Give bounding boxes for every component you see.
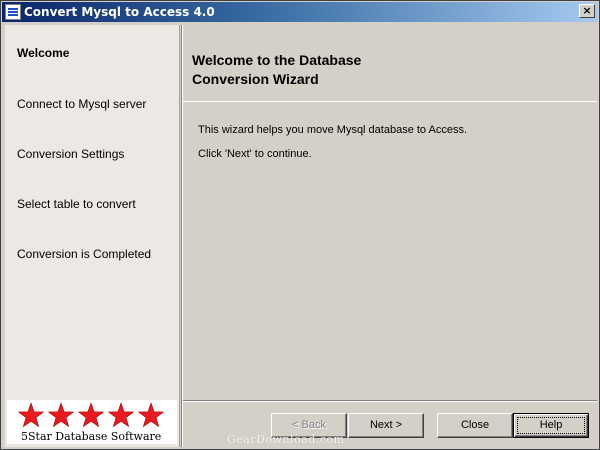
step-welcome: Welcome xyxy=(17,46,70,60)
wizard-title-line2: Conversion Wizard xyxy=(192,71,319,87)
next-button[interactable]: Next > xyxy=(348,413,424,438)
vendor-logo-text: 5Star Database Software xyxy=(21,430,162,443)
star-icon xyxy=(47,402,75,428)
star-icon xyxy=(107,402,135,428)
app-icon xyxy=(5,4,21,20)
star-icon xyxy=(137,402,165,428)
step-connect-mysql-server: Connect to Mysql server xyxy=(17,97,147,111)
wizard-steps-sidebar: Welcome Connect to Mysql server Conversi… xyxy=(5,25,180,447)
close-button[interactable]: Close xyxy=(437,413,513,438)
header-divider xyxy=(183,101,597,103)
wizard-instruction: Click 'Next' to continue. xyxy=(198,148,312,160)
step-conversion-completed: Conversion is Completed xyxy=(17,247,152,261)
step-conversion-settings: Conversion Settings xyxy=(17,147,125,161)
step-select-table: Select table to convert xyxy=(17,197,136,211)
star-icon xyxy=(77,402,105,428)
wizard-description: This wizard helps you move Mysql databas… xyxy=(198,124,468,136)
wizard-header: Welcome to the Database Conversion Wizar… xyxy=(183,25,597,101)
window-title: Convert Mysql to Access 4.0 xyxy=(24,5,215,19)
wizard-window: Convert Mysql to Access 4.0 × Welcome Co… xyxy=(0,0,600,450)
help-button[interactable]: Help xyxy=(513,413,589,438)
title-bar[interactable]: Convert Mysql to Access 4.0 × xyxy=(2,2,598,22)
vendor-logo: 5Star Database Software xyxy=(7,400,177,444)
star-icon xyxy=(17,402,45,428)
five-stars-icon xyxy=(17,402,165,428)
button-bar-divider xyxy=(183,400,597,402)
wizard-title: Welcome to the Database Conversion Wizar… xyxy=(192,51,452,89)
watermark-text: GearDownload.com xyxy=(227,433,345,446)
window-close-button[interactable]: × xyxy=(579,4,595,18)
wizard-title-line1: Welcome to the Database xyxy=(192,52,362,68)
